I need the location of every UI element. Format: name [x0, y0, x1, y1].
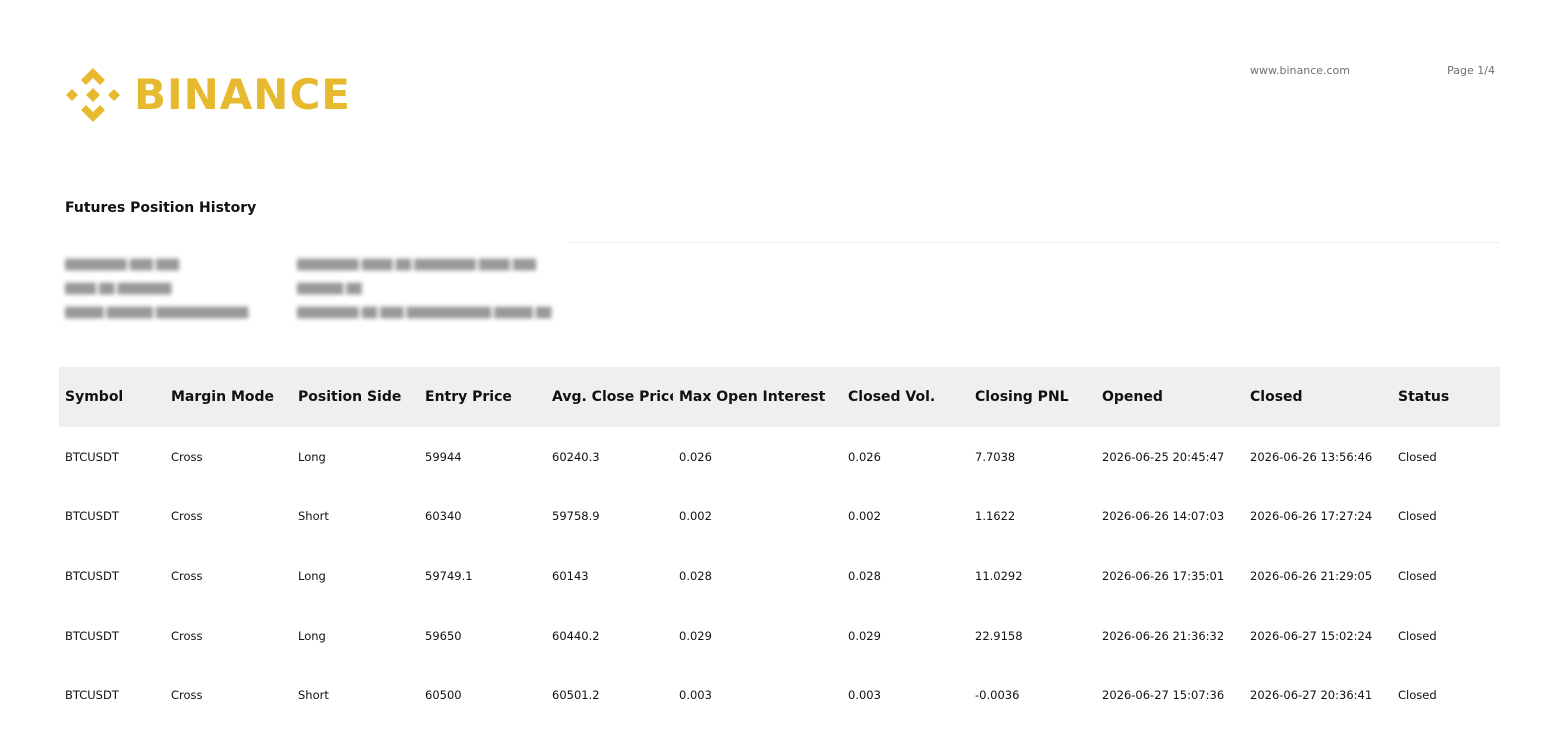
- column-header: Closed: [1250, 389, 1303, 405]
- table-cell: 22.9158: [975, 628, 1023, 643]
- table-cell: 11.0292: [975, 568, 1023, 583]
- position-history-table: Symbol Margin Mode Position Side Entry Pric…: [59, 367, 1500, 725]
- table-cell: 60143: [552, 568, 589, 583]
- table-cell: Long: [298, 449, 326, 464]
- table-cell: Cross: [171, 688, 203, 703]
- table-cell: -0.0036: [975, 688, 1020, 703]
- table-cell: 59650: [425, 628, 462, 643]
- table-cell: Short: [298, 509, 329, 524]
- table-cell: 7.7038: [975, 449, 1016, 464]
- column-header: Max Open Interest: [679, 389, 826, 405]
- brand-name: BINANCE: [134, 70, 351, 119]
- table-cell: Closed: [1398, 688, 1437, 703]
- table-cell: Cross: [171, 568, 203, 583]
- table-row: BTCUSDT Cross Long 59944 60240.3 0.026 0.026 7.…: [59, 427, 1500, 487]
- column-header: Avg. Close Price: [552, 389, 673, 405]
- column-header: Opened: [1102, 389, 1163, 405]
- table-cell: Long: [298, 628, 326, 643]
- table-cell: 2026-06-26 17:35:01: [1102, 568, 1225, 583]
- table-cell: BTCUSDT: [65, 449, 119, 464]
- column-header: Status: [1398, 389, 1450, 405]
- table-cell: Closed: [1398, 509, 1437, 524]
- table-cell: 2026-06-27 15:02:24: [1250, 628, 1373, 643]
- divider: [568, 242, 1500, 243]
- table-cell: 2026-06-26 17:27:24: [1250, 509, 1373, 524]
- table-cell: 59944: [425, 449, 462, 464]
- table-cell: 0.026: [848, 449, 881, 464]
- table-cell: BTCUSDT: [65, 688, 119, 703]
- table-cell: 0.028: [679, 568, 712, 583]
- table-cell: 0.003: [848, 688, 881, 703]
- column-header: Symbol: [65, 389, 124, 405]
- column-header: Position Side: [298, 389, 402, 405]
- column-header: Closed Vol.: [848, 389, 936, 405]
- table-cell: Cross: [171, 628, 203, 643]
- table-cell: Cross: [171, 509, 203, 524]
- table-cell: 2026-06-25 20:45:47: [1102, 449, 1225, 464]
- table-cell: 2026-06-26 14:07:03: [1102, 509, 1225, 524]
- binance-diamond-icon: [66, 68, 120, 122]
- column-header: Entry Price: [425, 389, 512, 405]
- website-link[interactable]: www.binance.com: [1250, 64, 1350, 77]
- table-cell: BTCUSDT: [65, 628, 119, 643]
- table-header-row: Symbol Margin Mode Position Side Entry Pric…: [59, 367, 1500, 427]
- table-cell: 2026-06-26 13:56:46: [1250, 449, 1373, 464]
- table-cell: Long: [298, 568, 326, 583]
- table-cell: 0.003: [679, 688, 712, 703]
- column-header: Closing PNL: [975, 389, 1069, 405]
- table-cell: 60440.2: [552, 628, 600, 643]
- table-row: BTCUSDT Cross Long 59749.1 60143 0.028 0.028 11…: [59, 546, 1500, 606]
- column-header: Margin Mode: [171, 389, 275, 405]
- table-cell: BTCUSDT: [65, 509, 119, 524]
- table-cell: 0.002: [848, 509, 881, 524]
- table-cell: 1.1622: [975, 509, 1016, 524]
- table-cell: 2026-06-27 15:07:36: [1102, 688, 1225, 703]
- page-number: Page 1/4: [1447, 64, 1495, 77]
- table-cell: 0.026: [679, 449, 712, 464]
- table-cell: 0.028: [848, 568, 881, 583]
- table-cell: 59749.1: [425, 568, 473, 583]
- table-cell: 0.002: [679, 509, 712, 524]
- table-row: BTCUSDT Cross Long 59650 60440.2 0.029 0.029 22…: [59, 606, 1500, 666]
- table-cell: Short: [298, 688, 329, 703]
- table-cell: 60500: [425, 688, 462, 703]
- table-cell: BTCUSDT: [65, 568, 119, 583]
- table-cell: 2026-06-27 20:36:41: [1250, 688, 1373, 703]
- table-cell: 60340: [425, 509, 462, 524]
- document-title: Futures Position History: [65, 200, 257, 216]
- table-cell: Cross: [171, 449, 203, 464]
- table-cell: Closed: [1398, 628, 1437, 643]
- table-cell: Closed: [1398, 568, 1437, 583]
- table-cell: 0.029: [848, 628, 881, 643]
- table-cell: 2026-06-26 21:29:05: [1250, 568, 1373, 583]
- table-cell: 0.029: [679, 628, 712, 643]
- table-row: BTCUSDT Cross Short 60340 59758.9 0.002 0.002 1…: [59, 487, 1500, 547]
- table-cell: 2026-06-26 21:36:32: [1102, 628, 1225, 643]
- table-row: BTCUSDT Cross Short 60500 60501.2 0.003 0.003 -…: [59, 665, 1500, 725]
- table-cell: 60501.2: [552, 688, 600, 703]
- table-cell: 60240.3: [552, 449, 600, 464]
- binance-logo: BINANCE: [64, 66, 351, 124]
- table-cell: 59758.9: [552, 509, 600, 524]
- table-cell: Closed: [1398, 449, 1437, 464]
- redacted-account-info: ████████ ███ ███ ████ ██ ███████ █████ █…: [65, 260, 552, 319]
